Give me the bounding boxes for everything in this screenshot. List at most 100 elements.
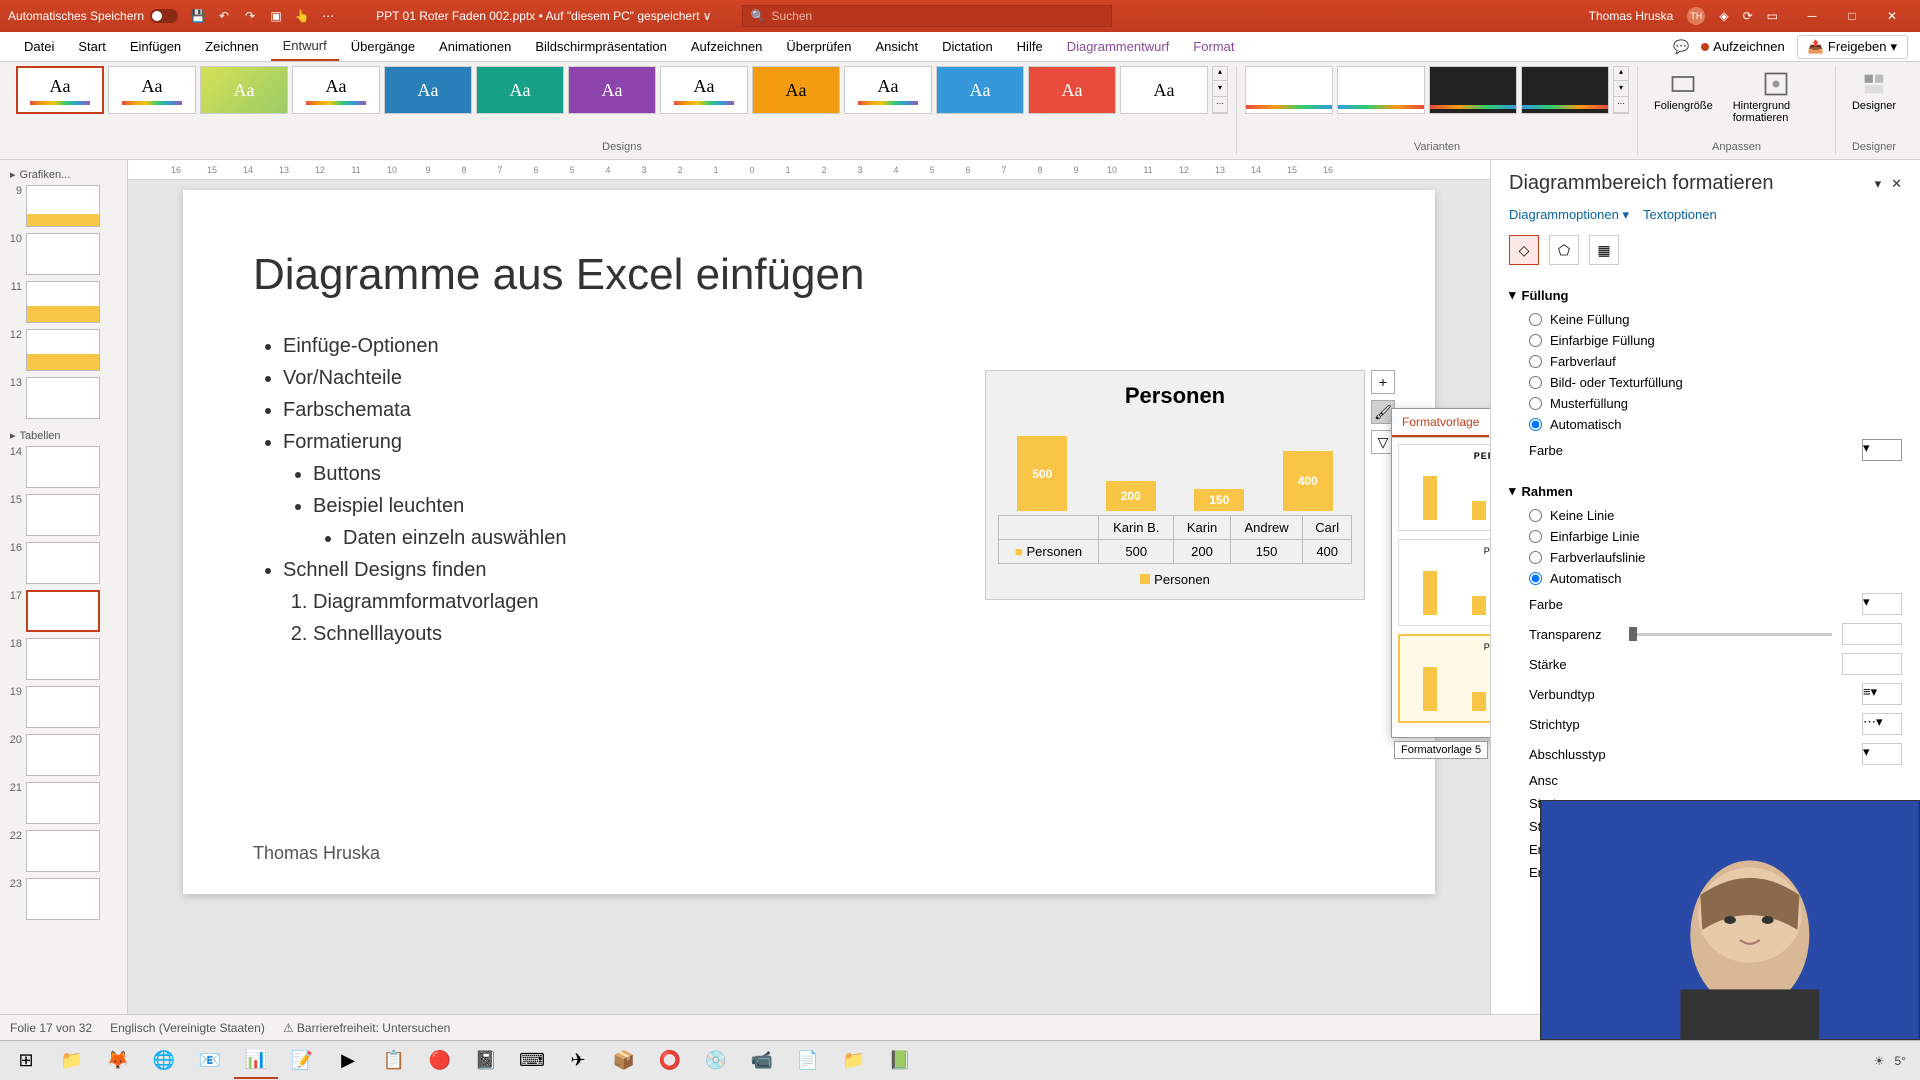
dash-dropdown[interactable]: ⋯▾ <box>1862 713 1902 735</box>
taskbar-firefox[interactable]: 🦊 <box>96 1043 140 1079</box>
taskbar-telegram[interactable]: ✈ <box>556 1043 600 1079</box>
border-gradient-radio[interactable] <box>1529 551 1542 564</box>
taskbar-excel[interactable]: 📗 <box>878 1043 922 1079</box>
tab-start[interactable]: Start <box>66 32 117 61</box>
theme-thumb[interactable]: Aa <box>844 66 932 114</box>
size-icon[interactable]: ▦ <box>1589 235 1619 265</box>
taskbar-app[interactable]: 📦 <box>602 1043 646 1079</box>
effects-icon[interactable]: ⬠ <box>1549 235 1579 265</box>
slide-thumb[interactable] <box>26 590 100 632</box>
fill-auto-radio[interactable] <box>1529 418 1542 431</box>
cap-dropdown[interactable]: ▾ <box>1862 743 1902 765</box>
chart-style-option[interactable]: Personen <box>1398 539 1490 626</box>
taskbar-app[interactable]: 📝 <box>280 1043 324 1079</box>
border-color-dropdown[interactable]: ▾ <box>1862 593 1902 615</box>
slide-panel[interactable]: ▸ Grafiken... 9 10 11 12 13 ▸ Tabellen 1… <box>0 160 128 1014</box>
tab-animationen[interactable]: Animationen <box>427 32 523 61</box>
theme-thumb[interactable]: Aa <box>108 66 196 114</box>
taskbar-obs[interactable]: ⭕ <box>648 1043 692 1079</box>
slide-canvas[interactable]: Diagramme aus Excel einfügen Einfüge-Opt… <box>183 190 1435 894</box>
pane-close-icon[interactable]: ✕ <box>1891 176 1902 192</box>
tab-dictation[interactable]: Dictation <box>930 32 1005 61</box>
undo-icon[interactable]: ↶ <box>216 8 232 24</box>
minimize-button[interactable]: ─ <box>1792 0 1832 32</box>
variants-more-button[interactable]: ▴▾⋯ <box>1613 66 1629 114</box>
taskbar-app[interactable]: 📋 <box>372 1043 416 1079</box>
theme-thumb[interactable]: Aa <box>16 66 104 114</box>
username-label[interactable]: Thomas Hruska <box>1589 9 1674 23</box>
tab-ueberpruefen[interactable]: Überprüfen <box>774 32 863 61</box>
fill-none-radio[interactable] <box>1529 313 1542 326</box>
more-icon[interactable]: ⋯ <box>320 8 336 24</box>
taskbar-app[interactable]: 🔴 <box>418 1043 462 1079</box>
border-auto-radio[interactable] <box>1529 572 1542 585</box>
bg-format-button[interactable]: Hintergrund formatieren <box>1725 66 1827 128</box>
taskbar-explorer[interactable]: 📁 <box>50 1043 94 1079</box>
autosave-toggle[interactable]: Automatisches Speichern <box>8 9 178 23</box>
slide-editor[interactable]: 1615141312111098765432101234567891011121… <box>128 160 1490 1014</box>
start-icon[interactable]: ▣ <box>268 8 284 24</box>
tab-diagrammentwurf[interactable]: Diagrammentwurf <box>1055 32 1182 61</box>
slide-thumb[interactable] <box>26 542 100 584</box>
transparency-input[interactable] <box>1842 623 1902 645</box>
theme-thumb[interactable]: Aa <box>660 66 748 114</box>
theme-thumb[interactable]: Aa <box>1120 66 1208 114</box>
redo-icon[interactable]: ↷ <box>242 8 258 24</box>
slide-thumb[interactable] <box>26 185 100 227</box>
system-tray[interactable]: ☀ 5° <box>1874 1054 1916 1068</box>
tab-ansicht[interactable]: Ansicht <box>863 32 930 61</box>
theme-thumb[interactable]: Aa <box>936 66 1024 114</box>
slide-thumb[interactable] <box>26 638 100 680</box>
slide-thumb[interactable] <box>26 734 100 776</box>
section-header[interactable]: ▸ Tabellen <box>4 425 123 446</box>
taskbar-powerpoint[interactable]: 📊 <box>234 1043 278 1079</box>
language-indicator[interactable]: Englisch (Vereinigte Staaten) <box>110 1021 265 1035</box>
sync-icon[interactable]: ⟳ <box>1743 9 1753 23</box>
slide-thumb[interactable] <box>26 233 100 275</box>
slide-thumb[interactable] <box>26 830 100 872</box>
close-button[interactable]: ✕ <box>1872 0 1912 32</box>
theme-thumb[interactable]: Aa <box>568 66 656 114</box>
tab-datei[interactable]: Datei <box>12 32 66 61</box>
pane-subtab-text[interactable]: Textoptionen <box>1643 207 1717 223</box>
touch-icon[interactable]: 👆 <box>294 8 310 24</box>
popup-tab-style[interactable]: Formatvorlage <box>1392 409 1489 437</box>
filename-label[interactable]: PPT 01 Roter Faden 002.pptx • Auf "diese… <box>376 9 711 23</box>
weather-icon[interactable]: ☀ <box>1874 1054 1885 1068</box>
variant-thumb[interactable] <box>1429 66 1517 114</box>
taskbar-app[interactable]: 💿 <box>694 1043 738 1079</box>
slide-thumb[interactable] <box>26 782 100 824</box>
variant-thumb[interactable] <box>1337 66 1425 114</box>
fill-color-dropdown[interactable]: ▾ <box>1862 439 1902 461</box>
start-button[interactable]: ⊞ <box>4 1043 48 1079</box>
themes-more-button[interactable]: ▴▾⋯ <box>1212 66 1228 114</box>
slide-thumb[interactable] <box>26 686 100 728</box>
taskbar-app[interactable]: 📁 <box>832 1043 876 1079</box>
fill-gradient-radio[interactable] <box>1529 355 1542 368</box>
theme-thumb[interactable]: Aa <box>292 66 380 114</box>
diamond-icon[interactable]: ◈ <box>1719 9 1728 23</box>
slide-counter[interactable]: Folie 17 von 32 <box>10 1021 92 1035</box>
accessibility-indicator[interactable]: ⚠ Barrierefreiheit: Untersuchen <box>283 1021 451 1035</box>
fill-line-icon[interactable]: ◇ <box>1509 235 1539 265</box>
search-box[interactable]: 🔍 Suchen <box>742 5 1112 27</box>
slide-thumb[interactable] <box>26 446 100 488</box>
popup-styles-list[interactable]: PERSONEN Personen Personen ↖ <box>1392 438 1490 737</box>
chart-style-option[interactable]: Personen ↖ <box>1398 634 1490 723</box>
slide-size-button[interactable]: Foliengröße <box>1646 66 1721 128</box>
window-icon[interactable]: ▭ <box>1767 9 1778 23</box>
taskbar-vlc[interactable]: ▶ <box>326 1043 370 1079</box>
pane-subtab-chart[interactable]: Diagrammoptionen ▾ <box>1509 207 1629 223</box>
variant-thumb[interactable] <box>1521 66 1609 114</box>
tab-format[interactable]: Format <box>1181 32 1246 61</box>
theme-thumb[interactable]: Aa <box>200 66 288 114</box>
maximize-button[interactable]: □ <box>1832 0 1872 32</box>
share-button[interactable]: 📤 Freigeben ▾ <box>1797 35 1908 59</box>
theme-thumb[interactable]: Aa <box>1028 66 1116 114</box>
tab-entwurf[interactable]: Entwurf <box>271 32 339 61</box>
fill-solid-radio[interactable] <box>1529 334 1542 347</box>
theme-thumb[interactable]: Aa <box>384 66 472 114</box>
tab-zeichnen[interactable]: Zeichnen <box>193 32 270 61</box>
slide-thumb[interactable] <box>26 281 100 323</box>
save-icon[interactable]: 💾 <box>190 8 206 24</box>
